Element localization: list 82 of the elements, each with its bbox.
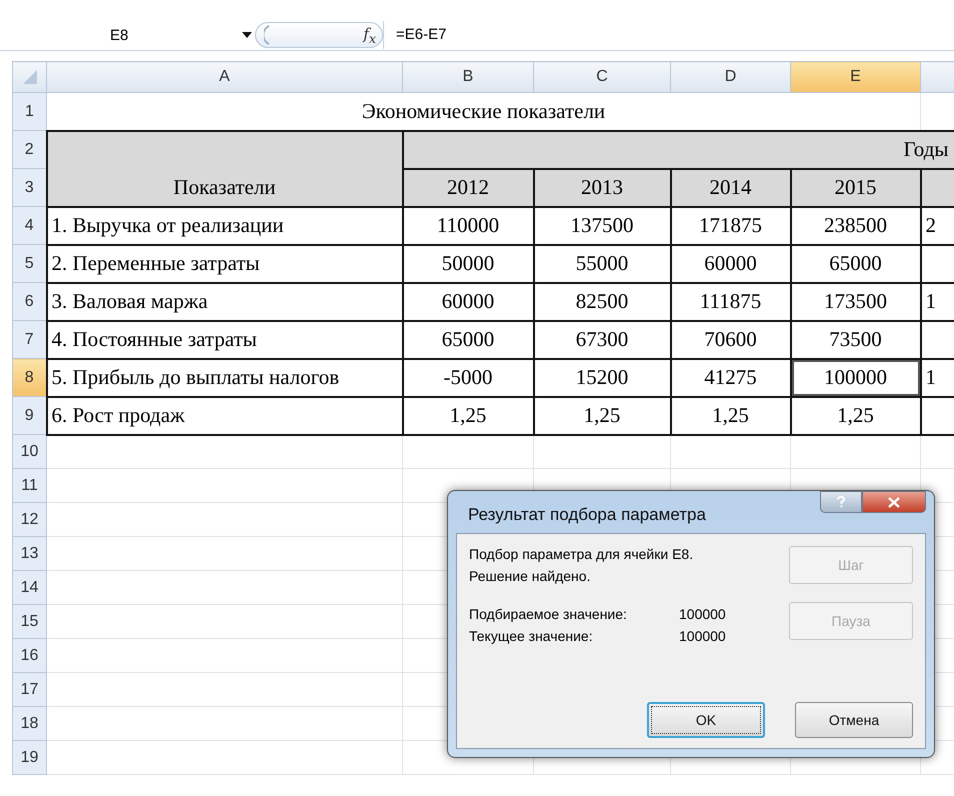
header-cell: 2015 — [790, 168, 920, 206]
table-cell: 100000 — [790, 358, 920, 396]
column-header[interactable]: A — [46, 62, 402, 92]
table-cell: 41275 — [670, 358, 790, 396]
table-cell: 70600 — [670, 320, 790, 358]
table-cell: 2. Переменные затраты — [46, 244, 402, 282]
row-header[interactable]: 17 — [12, 672, 46, 706]
header-cell: 2014 — [670, 168, 790, 206]
table-cell: 3. Валовая маржа — [46, 282, 402, 320]
table-cell: 55000 — [534, 244, 670, 282]
table-cell: 238500 — [790, 206, 920, 244]
table-cell: 1,25 — [402, 396, 534, 434]
dialog-button[interactable]: Отмена — [795, 702, 913, 738]
table-cell: 1. Выручка от реализации — [46, 206, 402, 244]
row-header[interactable]: 2 — [12, 130, 46, 168]
table-cell: 1 — [926, 365, 936, 389]
table-cell: 137500 — [534, 206, 670, 244]
table-cell: 4. Постоянные затраты — [46, 320, 402, 358]
table-cell: 73500 — [790, 320, 920, 358]
row-header[interactable]: 8 — [12, 358, 46, 396]
help-button[interactable] — [820, 491, 862, 513]
table-cell: -5000 — [402, 358, 534, 396]
header-cell: Годы — [402, 130, 954, 168]
arc-icon — [264, 25, 270, 45]
close-icon — [888, 496, 900, 508]
table-cell: 67300 — [534, 320, 670, 358]
table-cell: 1,25 — [790, 396, 920, 434]
field-label: Текущее значение: — [469, 628, 594, 644]
table-cell: 2 — [926, 213, 936, 237]
field-label: Подбираемое значение: — [469, 606, 628, 622]
header-cell: Показатели — [46, 130, 402, 206]
row-header[interactable]: 12 — [12, 502, 46, 536]
header-cell: 2012 — [402, 168, 534, 206]
table-cell: 171875 — [670, 206, 790, 244]
help-icon — [836, 496, 846, 508]
table-cell: 82500 — [534, 282, 670, 320]
dialog-button[interactable]: OK — [647, 702, 765, 738]
table-cell: 65000 — [790, 244, 920, 282]
table-cell: 60000 — [402, 282, 534, 320]
row-header[interactable]: 18 — [12, 706, 46, 740]
row-header[interactable]: 13 — [12, 536, 46, 570]
name-box[interactable]: E8 — [12, 21, 255, 49]
table-cell: 110000 — [402, 206, 534, 244]
table-cell: 173500 — [790, 282, 920, 320]
table-cell: 65000 — [402, 320, 534, 358]
table-cell: 1,25 — [670, 396, 790, 434]
table-cell: 60000 — [670, 244, 790, 282]
formula-field[interactable]: =E6-E7 — [383, 21, 954, 49]
table-cell: 15200 — [534, 358, 670, 396]
row-header[interactable]: 11 — [12, 468, 46, 502]
row-header[interactable]: 14 — [12, 570, 46, 604]
table-cell: 1,25 — [534, 396, 670, 434]
column-header[interactable]: D — [670, 62, 790, 92]
row-header[interactable]: 1 — [12, 92, 46, 130]
table-cell: 111875 — [670, 282, 790, 320]
table-cell: 1 — [926, 289, 936, 313]
row-header[interactable]: 15 — [12, 604, 46, 638]
message-text: Подбор параметра для ячейки E8. — [469, 546, 694, 562]
dropdown-icon[interactable] — [242, 32, 252, 38]
row-header[interactable]: 10 — [12, 434, 46, 468]
insert-function-button[interactable]: f$_{x}$ — [363, 24, 376, 46]
row-header[interactable]: 6 — [12, 282, 46, 320]
row-header[interactable]: 7 — [12, 320, 46, 358]
column-header[interactable]: C — [534, 62, 670, 92]
table-cell: 5. Прибыль до выплаты налогов — [46, 358, 402, 396]
row-header[interactable]: 3 — [12, 168, 46, 206]
close-button[interactable] — [862, 491, 926, 513]
triangle-icon — [22, 70, 36, 84]
field-value: 100000 — [679, 628, 726, 644]
table-cell: 50000 — [402, 244, 534, 282]
dialog-title: Результат подбора параметра — [467, 504, 706, 525]
row-header[interactable]: 19 — [12, 740, 46, 774]
column-header[interactable]: E — [790, 62, 920, 92]
message-text: Решение найдено. — [469, 568, 592, 584]
row-header[interactable]: 4 — [12, 206, 46, 244]
field-value: 100000 — [679, 606, 726, 622]
row-header[interactable]: 16 — [12, 638, 46, 672]
header-cell: 2013 — [534, 168, 670, 206]
column-header[interactable]: B — [402, 62, 534, 92]
row-header[interactable]: 9 — [12, 396, 46, 434]
table-cell: 6. Рост продаж — [46, 396, 402, 434]
row-header[interactable]: 5 — [12, 244, 46, 282]
